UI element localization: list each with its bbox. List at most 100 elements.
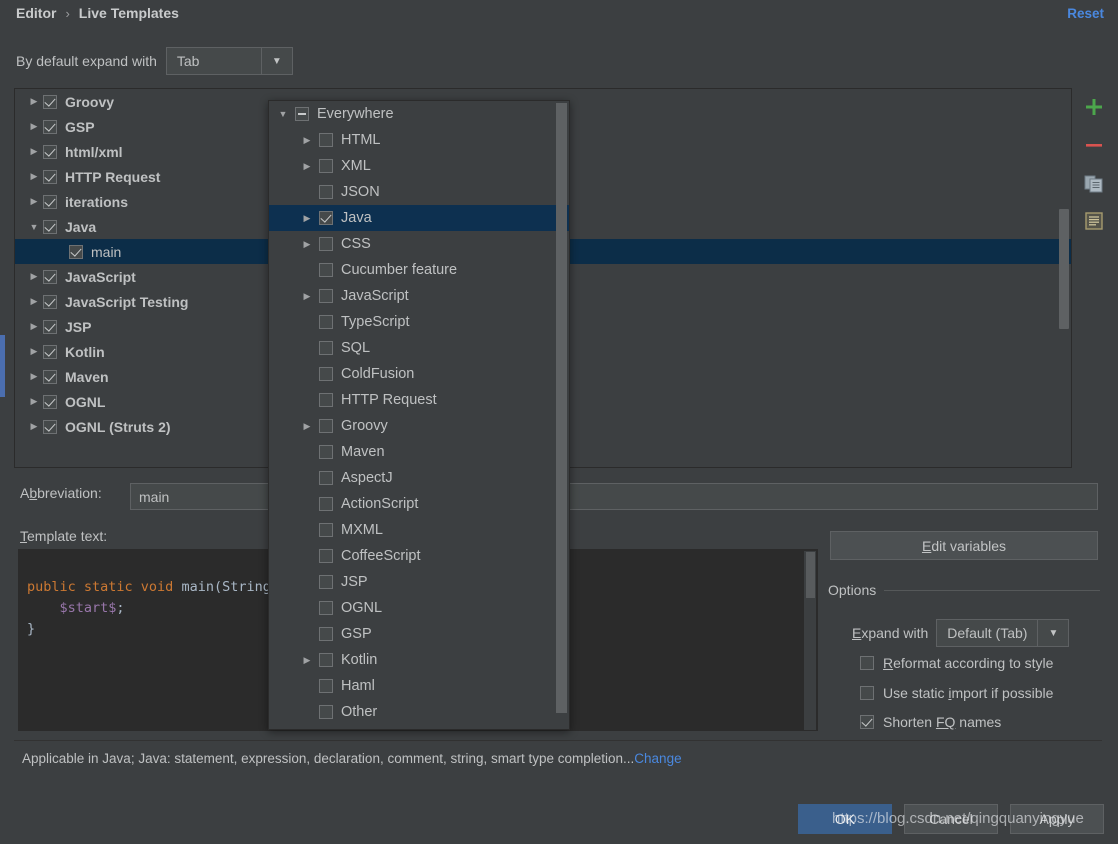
chevron-right-icon[interactable]: ▶ [299, 135, 315, 146]
popup-item-checkbox[interactable] [319, 315, 333, 329]
popup-item-checkbox[interactable] [319, 627, 333, 641]
popup-list-item[interactable]: ▶ Java [269, 205, 569, 231]
reformat-according-to-style-checkbox[interactable]: Reformat according to style [860, 655, 1053, 671]
left-edge-scroll-marker[interactable] [0, 335, 5, 397]
popup-item-checkbox[interactable] [319, 679, 333, 693]
applicable-contexts-popup[interactable]: ▼Everywhere▶HTML▶XML▶JSON▶Java▶CSS▶Cucum… [268, 100, 570, 730]
popup-list-item[interactable]: ▶TypeScript [269, 309, 569, 335]
tree-row-checkbox[interactable] [43, 169, 57, 184]
expand-with-combobox[interactable]: Default (Tab) ▼ [936, 619, 1070, 647]
popup-list-item[interactable]: ▶HTTP Request [269, 387, 569, 413]
popup-list-item[interactable]: ▶ Groovy [269, 413, 569, 439]
popup-item-checkbox[interactable] [319, 393, 333, 407]
add-icon[interactable] [1079, 92, 1109, 122]
popup-list-item[interactable]: ▶ActionScript [269, 491, 569, 517]
popup-list-item[interactable]: ▶AspectJ [269, 465, 569, 491]
remove-icon[interactable] [1079, 130, 1109, 160]
popup-list-item[interactable]: ▶GSP [269, 621, 569, 647]
popup-item-checkbox[interactable] [319, 133, 333, 147]
popup-list-item[interactable]: ▶ Kotlin [269, 647, 569, 673]
chevron-right-icon[interactable]: ▶ [25, 271, 43, 282]
chevron-right-icon[interactable]: ▶ [25, 371, 43, 382]
chevron-right-icon[interactable]: ▶ [25, 196, 43, 207]
chevron-right-icon[interactable]: ▶ [299, 655, 315, 666]
template-group-icon[interactable] [1079, 206, 1109, 236]
chevron-down-icon[interactable]: ▼ [275, 109, 291, 119]
chevron-right-icon[interactable]: ▶ [25, 421, 43, 432]
popup-list-item[interactable]: ▶Maven [269, 439, 569, 465]
chevron-right-icon[interactable]: ▶ [25, 171, 43, 182]
popup-item-checkbox[interactable] [319, 601, 333, 615]
popup-list-item[interactable]: ▶Other [269, 699, 569, 725]
popup-list-item[interactable]: ▶ CSS [269, 231, 569, 257]
popup-item-checkbox[interactable] [319, 341, 333, 355]
popup-item-checkbox[interactable] [319, 497, 333, 511]
tree-row-checkbox[interactable] [43, 144, 57, 159]
change-context-link[interactable]: Change [634, 751, 681, 766]
chevron-right-icon[interactable]: ▶ [25, 96, 43, 107]
template-text-scrollbar[interactable] [804, 551, 816, 730]
popup-list-item[interactable]: ▶ JavaScript [269, 283, 569, 309]
use-static-import-checkbox[interactable]: Use static import if possible [860, 685, 1053, 701]
tree-row-checkbox[interactable] [43, 194, 57, 209]
chevron-right-icon[interactable]: ▶ [25, 146, 43, 157]
default-expand-combobox[interactable]: Tab ▼ [165, 47, 293, 75]
popup-item-checkbox[interactable] [319, 237, 333, 251]
tree-row-checkbox[interactable] [43, 419, 57, 434]
reset-link[interactable]: Reset [1067, 6, 1104, 21]
chevron-right-icon[interactable]: ▶ [25, 396, 43, 407]
popup-item-checkbox[interactable] [319, 263, 333, 277]
popup-list-item[interactable]: ▶Cucumber feature [269, 257, 569, 283]
popup-list-item[interactable]: ▶MXML [269, 517, 569, 543]
templates-tree-scrollbar[interactable] [1059, 209, 1069, 329]
popup-list-item[interactable]: ▶ HTML [269, 127, 569, 153]
popup-list-item[interactable]: ▼ Everywhere [269, 101, 569, 127]
chevron-right-icon[interactable]: ▶ [299, 213, 315, 224]
popup-list-item[interactable]: ▶JSON [269, 179, 569, 205]
chevron-right-icon[interactable]: ▶ [299, 291, 315, 302]
copy-icon[interactable] [1079, 168, 1109, 198]
popup-item-checkbox[interactable] [319, 653, 333, 667]
popup-list-item[interactable]: ▶JSP [269, 569, 569, 595]
chevron-right-icon[interactable]: ▶ [25, 121, 43, 132]
popup-scrollbar[interactable] [556, 103, 567, 719]
cancel-button[interactable]: Cancel [904, 804, 998, 834]
popup-item-checkbox[interactable] [319, 549, 333, 563]
popup-item-checkbox[interactable] [319, 289, 333, 303]
breadcrumb-editor[interactable]: Editor [16, 5, 56, 21]
popup-list-item[interactable]: ▶SQL [269, 335, 569, 361]
tree-row-checkbox[interactable] [43, 294, 57, 309]
tree-row-checkbox[interactable] [43, 269, 57, 284]
popup-item-checkbox[interactable] [319, 705, 333, 719]
popup-list-item[interactable]: ▶CoffeeScript [269, 543, 569, 569]
popup-list-item[interactable]: ▶ XML [269, 153, 569, 179]
tree-row-checkbox[interactable] [69, 244, 83, 259]
chevron-right-icon[interactable]: ▶ [25, 296, 43, 307]
popup-item-checkbox[interactable] [319, 471, 333, 485]
popup-item-checkbox[interactable] [319, 445, 333, 459]
tree-row-checkbox[interactable] [43, 394, 57, 409]
apply-button[interactable]: Apply [1010, 804, 1104, 834]
chevron-right-icon[interactable]: ▶ [299, 161, 315, 172]
popup-item-checkbox[interactable] [319, 185, 333, 199]
tree-row-checkbox[interactable] [43, 219, 57, 234]
popup-item-checkbox[interactable] [319, 523, 333, 537]
popup-item-checkbox[interactable] [319, 419, 333, 433]
popup-list-item[interactable]: ▶Haml [269, 673, 569, 699]
popup-list-item[interactable]: ▶OGNL [269, 595, 569, 621]
popup-item-checkbox[interactable] [319, 211, 333, 225]
chevron-right-icon[interactable]: ▶ [299, 239, 315, 250]
tree-row-checkbox[interactable] [43, 369, 57, 384]
tree-row-checkbox[interactable] [43, 94, 57, 109]
popup-item-checkbox[interactable] [319, 367, 333, 381]
tree-row-checkbox[interactable] [43, 344, 57, 359]
chevron-right-icon[interactable]: ▶ [25, 321, 43, 332]
shorten-fq-names-checkbox[interactable]: Shorten FQ names [860, 714, 1001, 730]
tree-row-checkbox[interactable] [43, 119, 57, 134]
popup-item-checkbox[interactable] [319, 159, 333, 173]
popup-item-checkbox[interactable] [295, 107, 309, 121]
chevron-down-icon[interactable]: ▼ [25, 222, 43, 232]
chevron-right-icon[interactable]: ▶ [299, 421, 315, 432]
chevron-right-icon[interactable]: ▶ [25, 346, 43, 357]
edit-variables-button[interactable]: Edit variables [830, 531, 1098, 560]
